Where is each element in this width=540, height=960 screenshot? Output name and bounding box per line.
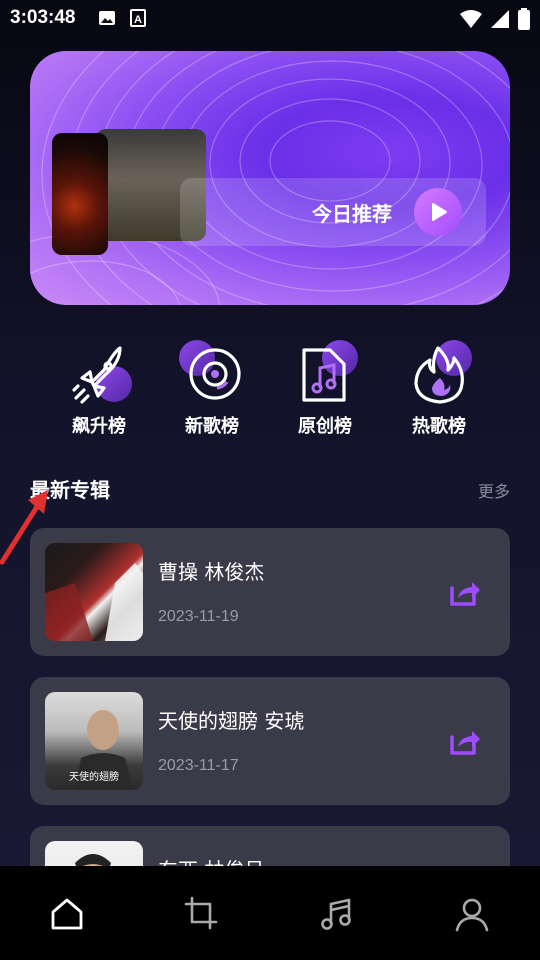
album-date: 2023-11-19 bbox=[158, 608, 239, 625]
ranking-label: 热歌榜 bbox=[412, 416, 466, 437]
bottom-navigation bbox=[0, 866, 540, 960]
ranking-label: 新歌榜 bbox=[185, 416, 239, 437]
banner-album-stack[interactable] bbox=[52, 125, 206, 255]
ranking-label: 飙升榜 bbox=[72, 416, 126, 437]
ranking-item-original[interactable]: 原创榜 bbox=[270, 340, 380, 438]
play-button[interactable] bbox=[414, 188, 462, 236]
status-bar: 3:03:48 A bbox=[0, 0, 540, 36]
album-card[interactable]: 曹操 林俊杰 2023-11-19 bbox=[30, 528, 510, 656]
album-title: 天使的翅膀 安琥 bbox=[158, 709, 305, 733]
wifi-icon bbox=[460, 9, 482, 33]
crop-icon[interactable] bbox=[182, 894, 222, 934]
text-a-icon: A bbox=[130, 9, 146, 31]
play-icon bbox=[432, 203, 447, 221]
image-icon bbox=[98, 9, 116, 31]
signal-icon bbox=[490, 9, 510, 33]
album-cover-text: 天使的翅膀 bbox=[69, 772, 119, 783]
ranking-row: 飙升榜 新歌榜 原创榜 热歌榜 bbox=[0, 340, 540, 440]
music-file-icon bbox=[290, 340, 360, 410]
banner-album-cover-dark bbox=[52, 133, 108, 255]
share-icon[interactable] bbox=[448, 723, 482, 757]
profile-icon[interactable] bbox=[452, 894, 492, 934]
status-time: 3:03:48 bbox=[10, 7, 76, 28]
album-card[interactable]: 天使的翅膀 天使的翅膀 安琥 2023-11-17 bbox=[30, 677, 510, 805]
more-link[interactable]: 更多 bbox=[478, 478, 510, 502]
fire-icon bbox=[404, 340, 474, 410]
today-recommend-label: 今日推荐 bbox=[312, 202, 392, 226]
rocket-icon bbox=[64, 340, 134, 410]
ranking-label: 原创榜 bbox=[298, 416, 352, 437]
album-title: 曹操 林俊杰 bbox=[158, 560, 265, 584]
ranking-item-soaring[interactable]: 飙升榜 bbox=[44, 340, 154, 438]
svg-text:A: A bbox=[134, 14, 142, 26]
home-icon[interactable] bbox=[47, 894, 87, 934]
recommendation-banner[interactable]: 今日推荐 bbox=[30, 51, 510, 305]
album-cover bbox=[45, 543, 143, 641]
share-icon[interactable] bbox=[448, 574, 482, 608]
album-cover: 天使的翅膀 bbox=[45, 692, 143, 790]
album-date: 2023-11-17 bbox=[158, 757, 239, 774]
disc-icon bbox=[177, 340, 247, 410]
music-icon[interactable] bbox=[317, 894, 357, 934]
ranking-item-new[interactable]: 新歌榜 bbox=[157, 340, 267, 438]
battery-icon bbox=[518, 8, 530, 34]
today-recommend-pill[interactable]: 今日推荐 bbox=[180, 178, 486, 246]
ranking-item-hot[interactable]: 热歌榜 bbox=[384, 340, 494, 438]
